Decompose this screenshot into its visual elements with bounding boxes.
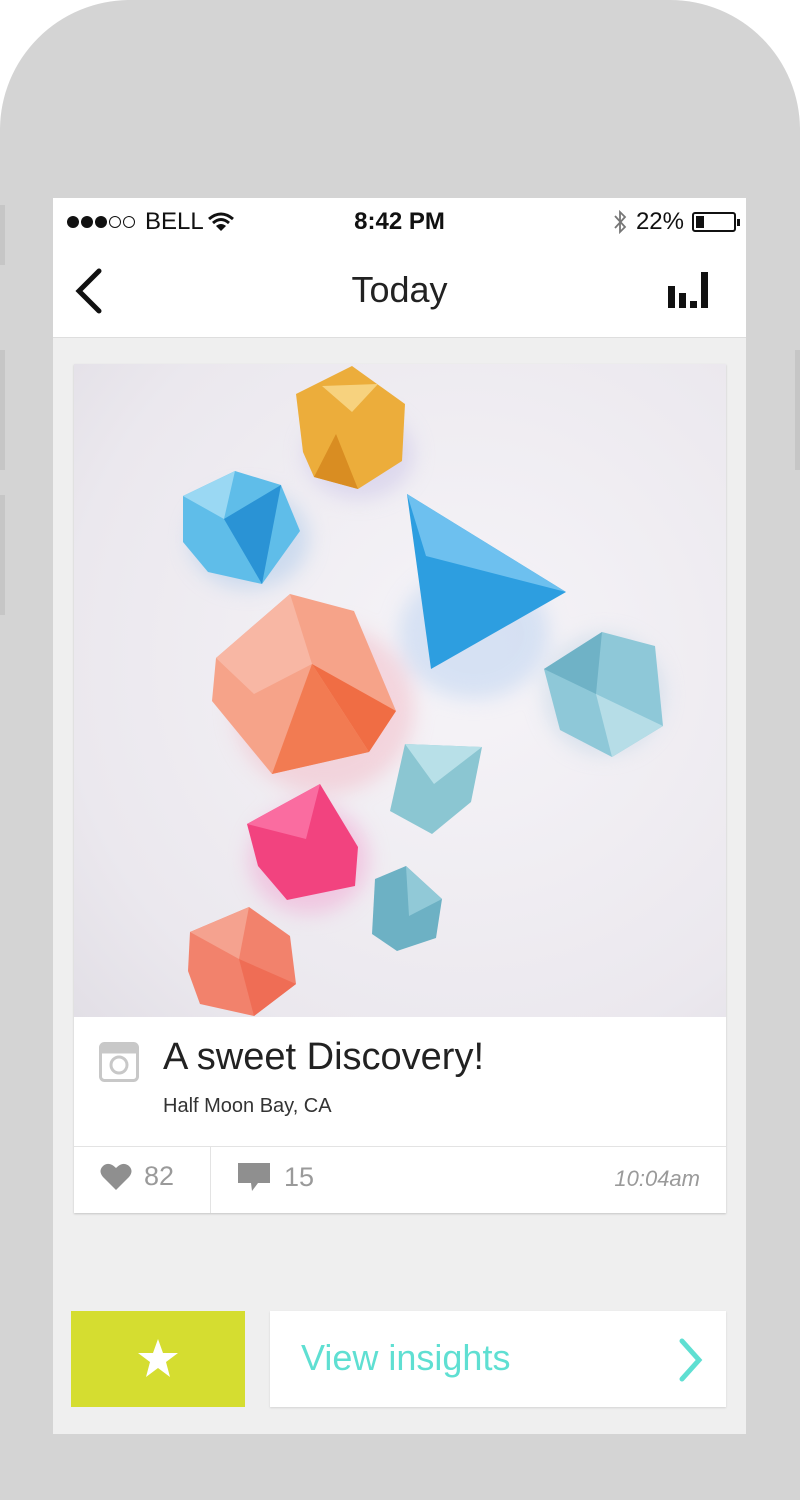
chevron-right-icon xyxy=(679,1338,703,1382)
status-right: 22% xyxy=(612,208,740,236)
volume-down-button xyxy=(0,495,5,615)
card-divider xyxy=(74,1146,726,1147)
favorite-button[interactable] xyxy=(71,1311,245,1407)
navigation-bar: Today xyxy=(53,244,746,338)
stats-divider xyxy=(210,1147,211,1213)
battery-icon xyxy=(692,212,740,232)
power-button xyxy=(795,350,800,470)
heart-icon xyxy=(100,1163,132,1190)
likes-button[interactable]: 82 xyxy=(100,1161,174,1192)
comment-icon xyxy=(238,1163,270,1191)
bar-chart-icon[interactable] xyxy=(668,272,718,308)
post-location: Half Moon Bay, CA xyxy=(163,1095,332,1117)
view-insights-label: View insights xyxy=(301,1337,511,1378)
comments-count: 15 xyxy=(284,1161,315,1192)
page-title: Today xyxy=(351,269,448,310)
comments-button[interactable]: 15 xyxy=(236,1161,314,1193)
post-time: 10:04am xyxy=(614,1166,700,1191)
post-title: A sweet Discovery! xyxy=(163,1036,484,1078)
screen: BELL 8:42 PM 22% Today A sweet Discovery… xyxy=(53,198,746,1434)
view-insights-button[interactable]: View insights xyxy=(270,1311,726,1407)
geometric-shapes-image xyxy=(183,366,664,1016)
bluetooth-icon xyxy=(614,209,627,235)
status-bar: BELL 8:42 PM 22% xyxy=(53,198,746,244)
post-card[interactable]: A sweet Discovery! Half Moon Bay, CA 82 … xyxy=(74,364,726,1213)
post-photo[interactable] xyxy=(74,364,726,1017)
volume-up-button xyxy=(0,350,5,470)
likes-count: 82 xyxy=(144,1161,175,1191)
instagram-icon xyxy=(99,1042,139,1082)
star-icon xyxy=(138,1339,178,1377)
battery-percent: 22% xyxy=(635,208,684,235)
mute-switch xyxy=(0,205,5,265)
